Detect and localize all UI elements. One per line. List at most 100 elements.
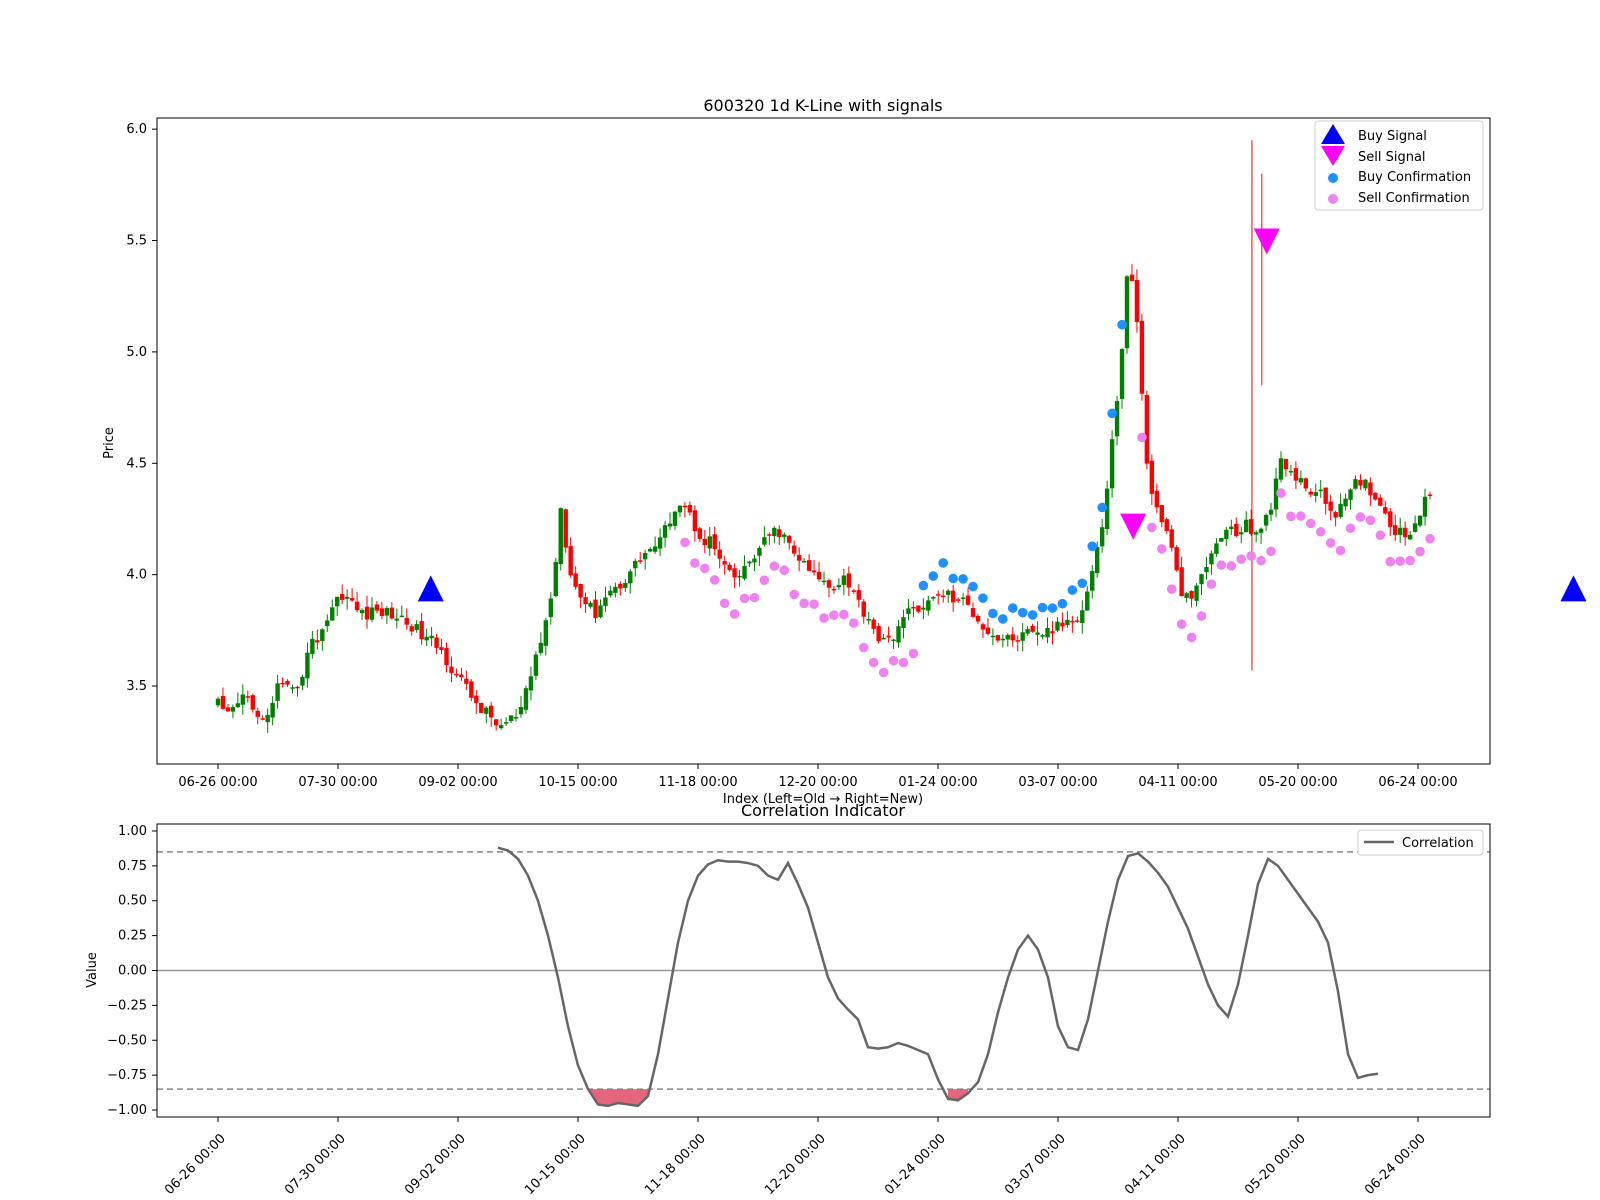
sell-confirmation-dot	[868, 657, 879, 668]
buy-confirmation-dot	[988, 608, 998, 619]
candle-body	[1214, 543, 1219, 554]
candle-body	[409, 626, 414, 632]
candle-body	[613, 586, 618, 593]
sell-confirmation-dot	[1405, 555, 1415, 566]
candle-body	[1189, 590, 1194, 599]
correlation-ytick-label: 0.75	[118, 859, 147, 874]
candle-body	[955, 599, 961, 601]
candle-body	[1080, 610, 1085, 624]
sell-confirmation-dot	[809, 599, 819, 609]
candle-body	[1199, 574, 1204, 585]
sell-confirmation-dot	[1345, 523, 1356, 534]
legend-buy-signal: Buy Signal	[1358, 129, 1427, 144]
candle-body	[647, 548, 653, 552]
sell-confirmation-dot	[799, 598, 809, 609]
candle-body	[638, 560, 643, 562]
candle-body	[1164, 519, 1169, 531]
sell-confirmation-dot	[839, 609, 849, 620]
candle-body	[1040, 635, 1045, 637]
candle-body	[354, 601, 360, 611]
kline-ytick-label: 4.5	[126, 456, 147, 471]
candle-body	[1388, 511, 1393, 527]
candle-body	[692, 510, 698, 532]
candle-body	[1363, 479, 1368, 489]
sell-confirmation-dot	[719, 598, 730, 609]
candle-body	[1383, 507, 1388, 514]
buy-confirmation-dot	[928, 571, 939, 581]
candle-body	[1204, 567, 1209, 573]
candle-body	[1417, 515, 1423, 526]
sell-confirmation-dot	[1236, 554, 1247, 564]
candle-body	[995, 635, 1001, 641]
buy-confirmation-legend-icon	[1328, 173, 1338, 183]
candle-body	[642, 552, 648, 560]
kline-xtick-label: 01-24 00:00	[898, 775, 977, 790]
candle-body	[846, 573, 852, 588]
correlation-ytick-label: 0.00	[118, 964, 147, 979]
candle-body	[240, 694, 246, 705]
candle-body	[1234, 523, 1239, 537]
candle-body	[1393, 525, 1398, 535]
candle-body	[891, 639, 896, 642]
candle-body	[1194, 585, 1199, 601]
candle-body	[1348, 489, 1353, 500]
figure: 600320 1d K-Line with signals 3.5 4.0 4.5 5…	[85, 96, 1587, 1198]
correlation-ytick-label: −1.00	[107, 1103, 147, 1118]
kline-xtick-label: 07-30 00:00	[298, 775, 377, 790]
candle-body	[1278, 458, 1284, 480]
candle-body	[429, 635, 434, 639]
buy-confirmation-dot	[1057, 598, 1068, 609]
candle-body	[1020, 632, 1025, 641]
candle-body	[1263, 514, 1269, 526]
candle-body	[1085, 591, 1090, 611]
candle-body	[801, 560, 807, 563]
candle-body	[677, 505, 683, 513]
candle-body	[608, 590, 613, 596]
candle-body	[1184, 593, 1189, 598]
correlation-legend: Correlation	[1357, 829, 1484, 856]
candle-body	[941, 595, 946, 598]
buy-signal-marker	[1560, 575, 1587, 602]
candle-body	[270, 702, 275, 718]
candle-body	[960, 597, 966, 600]
buy-confirmation-dot	[1027, 610, 1038, 620]
candle-body	[1119, 349, 1125, 399]
buy-confirmation-dot	[948, 573, 958, 584]
candle-body	[310, 638, 315, 655]
candle-body	[901, 617, 906, 629]
candle-body	[479, 702, 484, 713]
kline-xtick-label: 06-24 00:00	[1378, 775, 1457, 790]
candle-body	[1075, 620, 1080, 622]
candle-body	[578, 584, 583, 598]
sell-confirmation-dot	[1286, 511, 1296, 522]
candle-body	[374, 604, 380, 611]
sell-confirmation-dot	[1156, 544, 1167, 554]
correlation-xtick-label: 10-15 00:00	[522, 1131, 589, 1198]
candle-body	[215, 698, 221, 706]
candle-body	[717, 549, 722, 559]
candle-body	[1224, 529, 1229, 539]
candle-body	[1010, 634, 1015, 641]
legend-buy-confirmation: Buy Confirmation	[1358, 170, 1471, 185]
candle-body	[1318, 489, 1323, 492]
candle-body	[682, 505, 688, 508]
candle-body	[444, 647, 449, 666]
candle-body	[1159, 505, 1164, 523]
candle-body	[747, 561, 752, 564]
candle-body	[1055, 621, 1060, 631]
candle-body	[1308, 491, 1313, 495]
candle-body	[369, 607, 375, 620]
sell-confirmation-dot	[1226, 561, 1237, 571]
candle-body	[836, 585, 842, 588]
candle-body	[230, 707, 236, 712]
correlation-xtick-label: 03-07 00:00	[1002, 1131, 1069, 1198]
candle-body	[782, 534, 787, 537]
sell-confirmation-dot	[680, 537, 690, 548]
candle-body	[826, 580, 832, 588]
candle-body	[1219, 537, 1224, 542]
candle-body	[881, 637, 886, 640]
sell-confirmation-dot	[1335, 545, 1346, 556]
candle-body	[806, 560, 812, 571]
candle-body	[290, 687, 295, 689]
candle-body	[1144, 394, 1150, 464]
